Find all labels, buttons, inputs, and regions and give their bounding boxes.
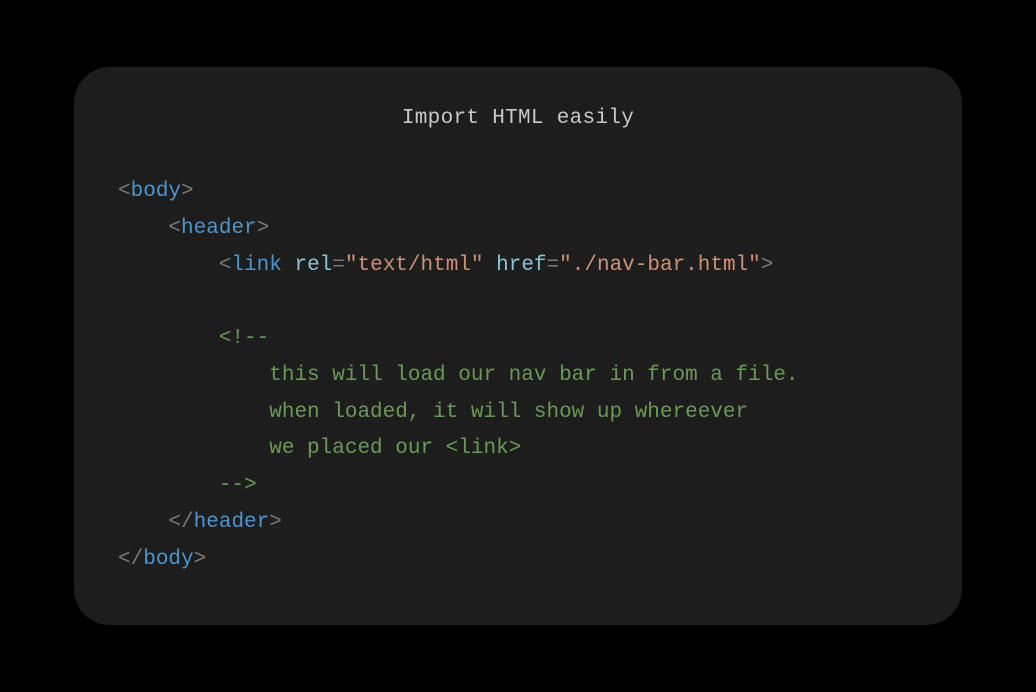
- code-line-9: -->: [118, 474, 257, 497]
- comment-close: -->: [219, 474, 257, 497]
- punct-gt: >: [194, 548, 207, 571]
- punct-lt: <: [219, 254, 232, 277]
- attr-href: href: [496, 254, 546, 277]
- comment-open: <!--: [219, 327, 269, 350]
- punct-gt: >: [761, 254, 774, 277]
- code-line-5: <!--: [118, 327, 269, 350]
- tag-body-close: body: [143, 548, 193, 571]
- indent: [118, 401, 269, 424]
- space: [484, 254, 497, 277]
- code-line-2: <header>: [118, 217, 269, 240]
- punct-lt: <: [118, 180, 131, 203]
- indent: [118, 254, 219, 277]
- comment-text: when loaded, it will show up whereever: [269, 401, 748, 424]
- punct-gt: >: [257, 217, 270, 240]
- space: [282, 254, 295, 277]
- string-rel: "text/html": [345, 254, 484, 277]
- indent: [118, 364, 269, 387]
- punct-gt: >: [181, 180, 194, 203]
- string-href: "./nav-bar.html": [559, 254, 761, 277]
- tag-link: link: [231, 254, 281, 277]
- card-title: Import HTML easily: [118, 107, 918, 130]
- indent: [118, 511, 168, 534]
- code-card: Import HTML easily <body> <header> <link…: [74, 67, 962, 625]
- punct-gt: >: [269, 511, 282, 534]
- punct-eq: =: [547, 254, 560, 277]
- punct-eq: =: [332, 254, 345, 277]
- code-line-1: <body>: [118, 180, 194, 203]
- code-block: <body> <header> <link rel="text/html" hr…: [118, 174, 918, 578]
- indent: [118, 217, 168, 240]
- code-line-8: we placed our <link>: [118, 437, 521, 460]
- indent: [118, 474, 219, 497]
- code-line-6: this will load our nav bar in from a fil…: [118, 364, 799, 387]
- punct-lt: </: [168, 511, 193, 534]
- code-line-3: <link rel="text/html" href="./nav-bar.ht…: [118, 254, 773, 277]
- indent: [118, 437, 269, 460]
- code-line-7: when loaded, it will show up whereever: [118, 401, 748, 424]
- tag-body: body: [131, 180, 181, 203]
- code-line-11: </body>: [118, 548, 206, 571]
- tag-header-close: header: [194, 511, 270, 534]
- comment-text: we placed our <link>: [269, 437, 521, 460]
- attr-rel: rel: [294, 254, 332, 277]
- tag-header: header: [181, 217, 257, 240]
- indent: [118, 327, 219, 350]
- comment-text: this will load our nav bar in from a fil…: [269, 364, 798, 387]
- code-line-10: </header>: [118, 511, 282, 534]
- punct-lt: </: [118, 548, 143, 571]
- punct-lt: <: [168, 217, 181, 240]
